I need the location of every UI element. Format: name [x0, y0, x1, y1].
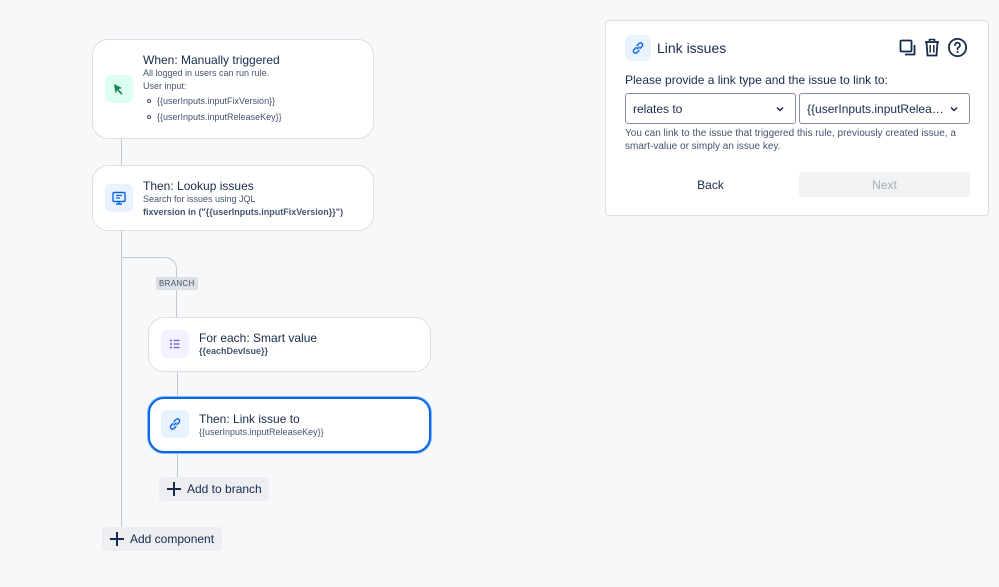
help-icon[interactable] [947, 37, 968, 58]
next-button[interactable]: Next [799, 172, 970, 197]
add-component-label: Add component [130, 532, 215, 546]
lookup-title: Then: Lookup issues [143, 179, 254, 193]
link-icon [632, 42, 644, 54]
chevron-down-icon [776, 106, 784, 112]
link-icon-box [161, 410, 189, 438]
link-title: Then: Link issue to [199, 412, 300, 426]
user-input-item: {{userInputs.inputReleaseKey}} [157, 112, 282, 122]
trigger-icon-box [105, 75, 133, 103]
trigger-desc: All logged in users can run rule. [143, 68, 270, 78]
lookup-card[interactable]: Then: Lookup issues Search for issues us… [92, 165, 374, 231]
lookup-icon-box [105, 184, 133, 212]
add-to-branch-label: Add to branch [187, 482, 262, 496]
add-to-branch-button[interactable]: Add to branch [159, 477, 269, 501]
back-button[interactable]: Back [625, 172, 796, 197]
link-icon [169, 418, 181, 430]
bullet [147, 115, 151, 119]
duplicate-icon[interactable] [898, 38, 918, 58]
foreach-title: For each: Smart value [199, 331, 318, 345]
panel-help-text: You can link to the issue that triggered… [625, 128, 956, 152]
bullet [147, 99, 151, 103]
plus-icon [110, 532, 124, 546]
link-type-select[interactable]: relates to [625, 93, 796, 124]
trigger-title: When: Manually triggered [143, 53, 280, 67]
plus-icon [167, 482, 181, 496]
issue-select[interactable]: {{userInputs.inputRelea… [799, 93, 970, 124]
link-value: {{userInputs.inputReleaseKey}} [199, 427, 324, 437]
foreach-card[interactable]: For each: Smart value {{eachDevIsue}} [148, 317, 431, 372]
trigger-card[interactable]: When: Manually triggered All logged in u… [92, 39, 374, 139]
connector [121, 138, 122, 166]
panel-prompt: Please provide a link type and the issue… [625, 73, 888, 87]
panel-link-icon-box [625, 35, 651, 61]
monitor-icon [112, 191, 126, 205]
trash-icon[interactable] [922, 37, 942, 58]
branch-label: BRANCH [156, 277, 198, 290]
chevron-down-icon [950, 106, 958, 112]
lookup-jql: fixversion in ("{{userInputs.inputFixVer… [143, 207, 344, 217]
connector [177, 452, 178, 478]
foreach-value: {{eachDevIsue}} [199, 346, 269, 356]
link-issue-card[interactable]: Then: Link issue to {{userInputs.inputRe… [148, 397, 431, 453]
link-type-value: relates to [633, 101, 683, 116]
user-input-item: {{userInputs.inputFixVersion}} [157, 96, 276, 106]
panel-title: Link issues [657, 40, 727, 56]
add-component-button[interactable]: Add component [102, 527, 222, 551]
foreach-icon-box [161, 330, 189, 358]
link-issues-panel: Link issues Please provide a link type a… [605, 20, 989, 216]
user-input-label: User input: [143, 81, 187, 91]
list-icon [170, 339, 180, 349]
issue-value: {{userInputs.inputRelea… [807, 101, 944, 116]
lookup-desc: Search for issues using JQL [143, 194, 256, 204]
connector [177, 371, 178, 398]
cursor-click-icon [114, 84, 123, 95]
